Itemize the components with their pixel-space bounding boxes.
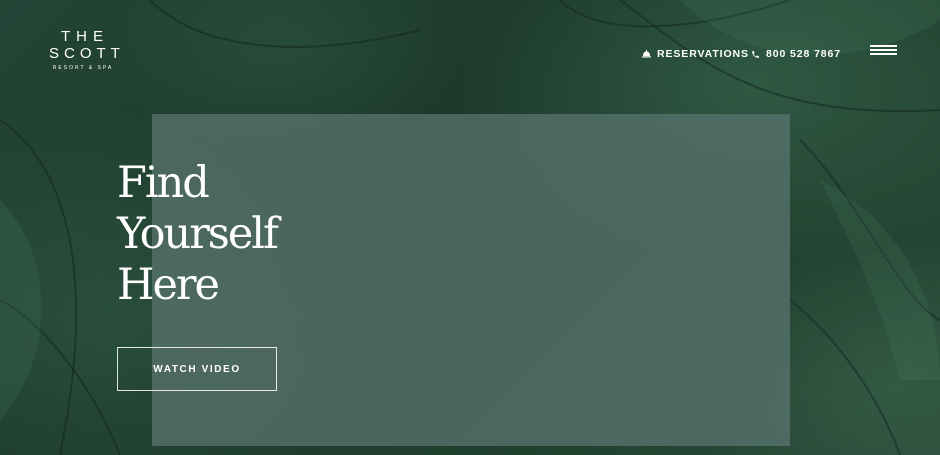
reservations-label: RESERVATIONS	[657, 48, 749, 60]
phone-label: 800 528 7867	[766, 48, 842, 60]
hamburger-menu-icon[interactable]	[870, 44, 897, 56]
logo-line-the: THE	[61, 28, 109, 45]
headline-line: Yourself	[117, 209, 279, 259]
bell-icon	[642, 50, 651, 58]
menu-bar	[870, 53, 897, 55]
menu-bar	[870, 49, 897, 51]
reservations-link[interactable]: RESERVATIONS	[642, 47, 749, 61]
logo[interactable]: THE SCOTT RESORT & SPA	[44, 28, 120, 72]
phone-link[interactable]: 800 528 7867	[751, 47, 841, 61]
phone-icon	[752, 50, 759, 58]
logo-line-scott: SCOTT	[49, 45, 125, 62]
headline-line: Here	[117, 260, 220, 310]
headline-line: Find	[117, 158, 210, 208]
hero-headline: Find Yourself Here	[117, 158, 279, 311]
menu-bar	[870, 45, 897, 47]
logo-tagline: RESORT & SPA	[52, 65, 114, 71]
watch-video-button[interactable]: WATCH VIDEO	[117, 347, 277, 391]
